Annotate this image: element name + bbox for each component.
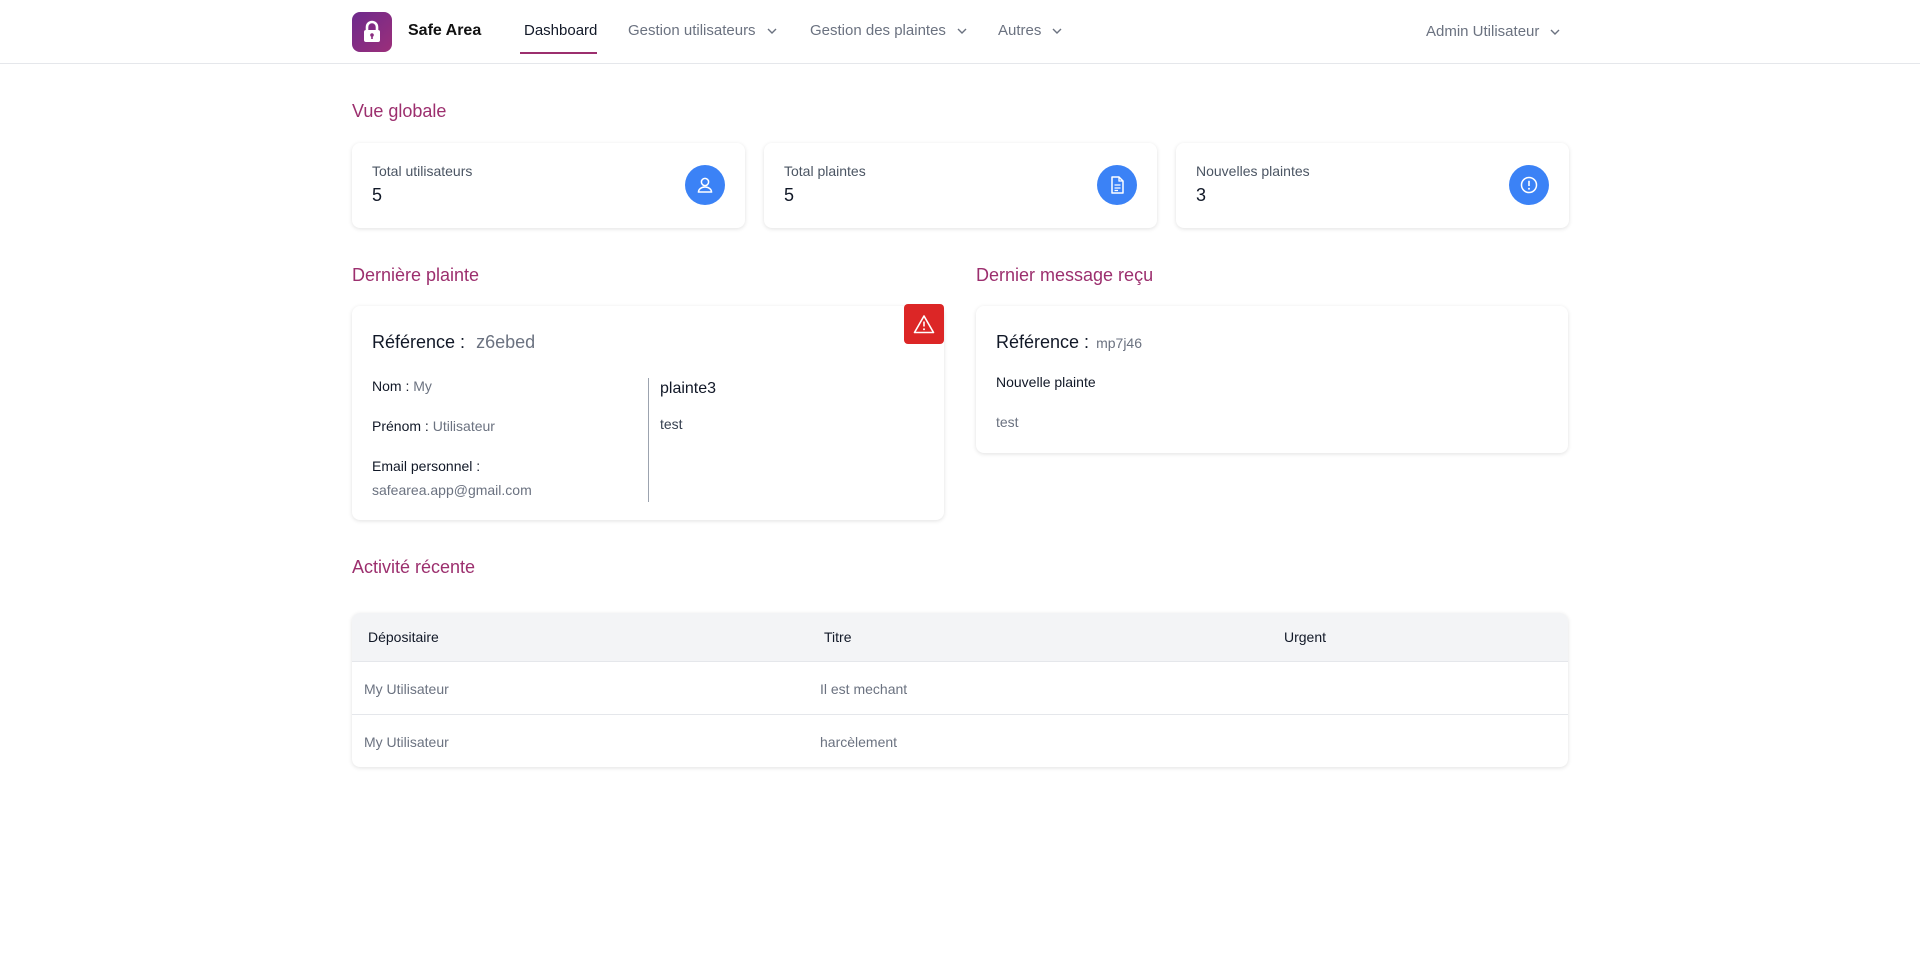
last-complaint-card[interactable]: Référence : z6ebed Nom : My Prénom : Uti… [352, 306, 944, 520]
section-title-last-message: Dernier message reçu [976, 265, 1154, 285]
alert-circle-icon [1509, 165, 1549, 205]
stat-value: 5 [372, 185, 383, 205]
reference-value: z6ebed [476, 332, 536, 352]
field-email-label: Email personnel : [372, 458, 481, 474]
last-message-card[interactable]: Référence : mp7j46 Nouvelle plainte test [976, 306, 1568, 453]
reference-value: mp7j46 [1096, 335, 1142, 351]
activity-table: Dépositaire Titre Urgent My Utilisateur … [352, 613, 1568, 767]
field-email-value: safearea.app@gmail.com [372, 482, 532, 498]
reference-label: Référence : [372, 332, 466, 352]
nav-gestion-plaintes-label: Gestion des plaintes [810, 22, 946, 39]
cell-depositaire: My Utilisateur [364, 734, 449, 750]
section-title-overview: Vue globale [352, 101, 447, 121]
top-navbar: Safe Area Dashboard Gestion utilisateurs… [0, 0, 1920, 64]
nav-gestion-plaintes[interactable]: Gestion des plaintes [810, 22, 968, 39]
nav-active-indicator [520, 52, 597, 54]
urgent-warning-badge [904, 304, 944, 344]
app-brand-name: Safe Area [408, 22, 482, 39]
stat-card-complaints: Total plaintes 5 [764, 143, 1157, 228]
user-menu[interactable]: Admin Utilisateur [1426, 23, 1561, 40]
table-row[interactable]: My Utilisateur harcèlement [352, 715, 1568, 767]
stat-value: 3 [1196, 185, 1207, 205]
stat-card-new-complaints: Nouvelles plaintes 3 [1176, 143, 1569, 228]
chevron-down-icon [1052, 28, 1062, 34]
complaint-body: test [660, 416, 683, 432]
complaint-reference: Référence : z6ebed [372, 332, 535, 353]
nav-autres-label: Autres [998, 22, 1042, 39]
message-subject: Nouvelle plainte [996, 374, 1096, 390]
nav-gestion-utilisateurs-label: Gestion utilisateurs [628, 22, 756, 39]
column-header-titre: Titre [824, 629, 852, 645]
stat-value: 5 [784, 185, 795, 205]
cell-depositaire: My Utilisateur [364, 681, 449, 697]
cell-titre: harcèlement [820, 734, 898, 750]
stat-label: Nouvelles plaintes [1196, 163, 1310, 179]
divider [648, 378, 649, 502]
section-title-activity: Activité récente [352, 557, 476, 577]
nom-value: My [413, 378, 432, 394]
prenom-label: Prénom : [372, 418, 429, 434]
message-body: test [996, 414, 1019, 430]
user-menu-label: Admin Utilisateur [1426, 23, 1540, 40]
user-icon [685, 165, 725, 205]
app-logo[interactable] [352, 12, 392, 52]
section-title-last-complaint: Dernière plainte [352, 265, 480, 285]
table-row[interactable]: My Utilisateur Il est mechant [352, 662, 1568, 715]
nom-label: Nom : [372, 378, 410, 394]
nav-gestion-utilisateurs[interactable]: Gestion utilisateurs [628, 22, 778, 39]
stat-card-users: Total utilisateurs 5 [352, 143, 745, 228]
chevron-down-icon [1550, 29, 1560, 35]
message-reference: Référence : mp7j46 [996, 332, 1142, 353]
column-header-depositaire: Dépositaire [368, 629, 439, 645]
stat-label: Total plaintes [784, 163, 866, 179]
nav-dashboard-label: Dashboard [524, 22, 598, 39]
field-prenom: Prénom : Utilisateur [372, 418, 495, 434]
warning-triangle-icon [913, 315, 935, 334]
document-icon [1097, 165, 1137, 205]
complaint-title: plainte3 [660, 380, 717, 397]
lock-icon [364, 20, 380, 42]
chevron-down-icon [957, 28, 967, 34]
table-header: Dépositaire Titre Urgent [352, 613, 1568, 662]
column-header-urgent: Urgent [1284, 629, 1327, 645]
nav-autres[interactable]: Autres [998, 22, 1063, 39]
prenom-value: Utilisateur [432, 418, 495, 434]
chevron-down-icon [767, 28, 777, 34]
field-nom: Nom : My [372, 378, 432, 394]
cell-titre: Il est mechant [820, 681, 908, 697]
stat-label: Total utilisateurs [372, 163, 473, 179]
nav-dashboard[interactable]: Dashboard [524, 22, 597, 39]
reference-label: Référence : [996, 332, 1090, 352]
